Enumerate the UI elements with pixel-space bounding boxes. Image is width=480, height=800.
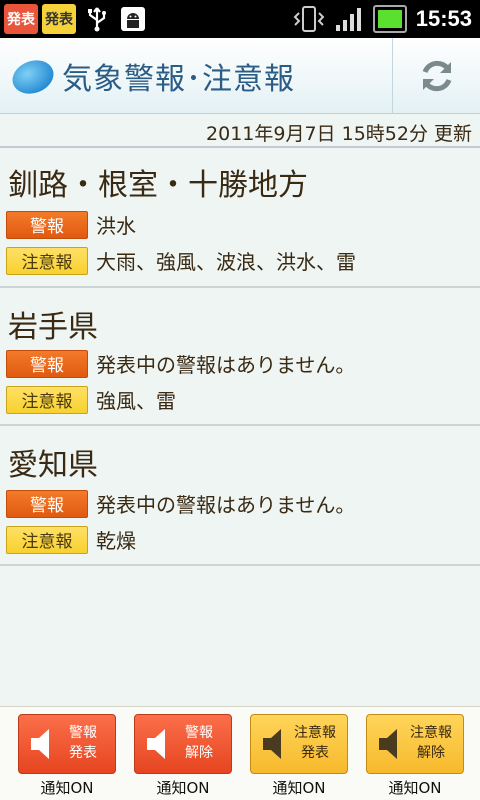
- advisory-cancel-notify-button[interactable]: 注意報 解除: [366, 714, 464, 774]
- refresh-icon: [422, 60, 451, 92]
- notify-status: 通知ON: [272, 779, 326, 797]
- advisory-tag: 注意報: [6, 246, 88, 275]
- region-name: 愛知県: [8, 448, 98, 483]
- advisory-text: 乾燥: [96, 529, 136, 553]
- region-name: 釧路・根室・十勝地方: [8, 168, 308, 203]
- usb-icon: [82, 4, 112, 34]
- android-debug-icon: [118, 4, 148, 34]
- warning-tag: 警報: [6, 489, 88, 518]
- notification-advisory-badge[interactable]: 発表: [42, 4, 76, 34]
- warning-text: 洪水: [96, 214, 136, 238]
- status-bar: 発表 発表 15:53: [0, 0, 480, 38]
- advisory-text: 強風、雷: [96, 389, 176, 413]
- advisory-row: 注意報 強風、雷: [6, 385, 176, 414]
- speaker-icon: [263, 729, 281, 759]
- warning-text: 発表中の警報はありません。: [96, 353, 356, 377]
- advisory-tag: 注意報: [6, 385, 88, 414]
- warning-issue-notify-button[interactable]: 警報 発表: [18, 714, 116, 774]
- speaker-icon: [379, 729, 397, 759]
- region-item[interactable]: 岩手県 警報 発表中の警報はありません。 注意報 強風、雷: [0, 288, 480, 426]
- notify-status: 通知ON: [156, 779, 210, 797]
- app-bar: 気象警報･注意報: [0, 38, 480, 114]
- app-logo-icon: [12, 59, 54, 94]
- button-label: 警報 発表: [69, 725, 97, 761]
- warning-tag: 警報: [6, 210, 88, 239]
- vibrate-icon: [293, 6, 325, 32]
- signal-icon: [335, 8, 361, 31]
- advisory-row: 注意報 大雨、強風、波浪、洪水、雷: [6, 246, 356, 275]
- notify-status: 通知ON: [40, 779, 94, 797]
- speaker-icon: [147, 729, 165, 759]
- refresh-button[interactable]: [392, 38, 480, 114]
- battery-icon: [372, 5, 407, 33]
- warning-row: 警報 発表中の警報はありません。: [6, 349, 355, 378]
- advisory-issue-notify-button[interactable]: 注意報 発表: [250, 714, 348, 774]
- warning-row: 警報 発表中の警報はありません。: [6, 489, 355, 518]
- advisory-text: 大雨、強風、波浪、洪水、雷: [96, 250, 356, 274]
- advisory-row: 注意報 乾燥: [6, 525, 136, 554]
- button-label: 注意報 発表: [294, 725, 336, 761]
- button-label: 注意報 解除: [410, 725, 452, 761]
- clock: 15:53: [415, 6, 472, 31]
- warning-tag: 警報: [6, 349, 88, 378]
- app-title: 気象警報･注意報: [62, 61, 295, 97]
- last-updated-text: 2011年9月7日 15時52分 更新: [206, 122, 472, 145]
- notification-warning-badge[interactable]: 発表: [4, 4, 38, 34]
- warning-cancel-notify-button[interactable]: 警報 解除: [134, 714, 232, 774]
- button-label: 警報 解除: [185, 725, 213, 761]
- warning-text: 発表中の警報はありません。: [96, 493, 356, 517]
- region-item[interactable]: 愛知県 警報 発表中の警報はありません。 注意報 乾燥: [0, 426, 480, 566]
- advisory-tag: 注意報: [6, 525, 88, 554]
- speaker-icon: [31, 729, 49, 759]
- region-item[interactable]: 釧路・根室・十勝地方 警報 洪水 注意報 大雨、強風、波浪、洪水、雷: [0, 148, 480, 288]
- notification-toolbar: 警報 発表 通知ON 警報 解除 通知ON 注意報 発表 通知ON 注意報 解除…: [0, 706, 480, 800]
- notify-status: 通知ON: [388, 779, 442, 797]
- warning-row: 警報 洪水: [6, 210, 136, 239]
- region-name: 岩手県: [8, 310, 98, 345]
